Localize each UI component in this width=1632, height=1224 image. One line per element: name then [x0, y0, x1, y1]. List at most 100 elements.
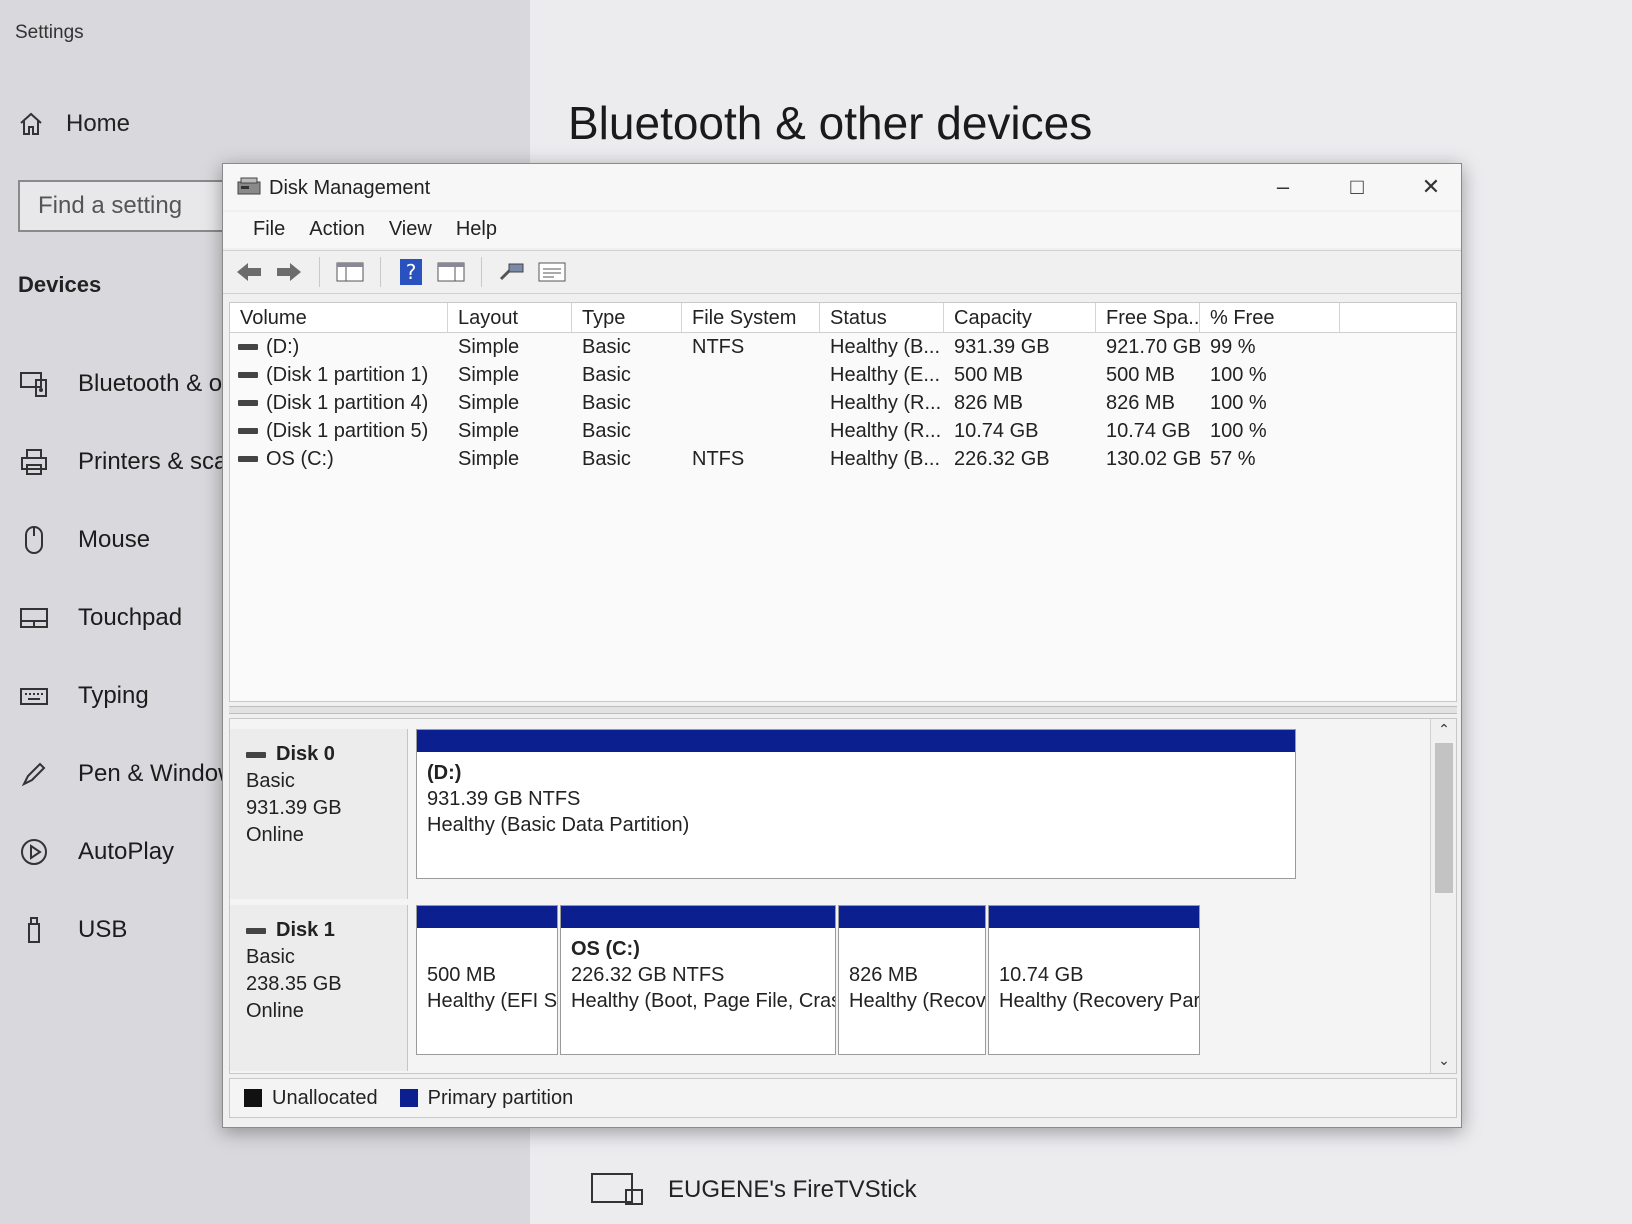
disk-state: Online — [246, 824, 304, 846]
volume-list: Volume Layout Type File System Status Ca… — [229, 302, 1457, 702]
pane-splitter[interactable] — [229, 706, 1457, 714]
bluetooth-devices-icon — [20, 372, 47, 397]
scroll-down-icon[interactable]: ⌄ — [1431, 1052, 1457, 1069]
nav-label: Printers & scanners — [78, 448, 228, 475]
disk-0-label[interactable]: Disk 0 Basic 931.39 GB Online — [230, 729, 408, 899]
back-button[interactable] — [233, 256, 265, 288]
nav-item-touchpad[interactable]: Touchpad — [18, 602, 228, 634]
usb-icon — [28, 917, 40, 943]
console-tree-icon — [336, 262, 364, 282]
cell-status: Healthy (B... — [830, 447, 941, 470]
find-setting-input[interactable]: Find a setting — [18, 180, 238, 232]
column-header-capacity[interactable]: Capacity — [944, 303, 1096, 332]
toolbar: ? — [223, 250, 1461, 294]
device-item[interactable]: EUGENE's FireTVStick — [590, 1170, 917, 1210]
menu-help[interactable]: Help — [444, 212, 509, 248]
printer-icon — [21, 449, 47, 475]
cell-free-space: 826 MB — [1106, 391, 1175, 414]
cell-volume: OS (C:) — [230, 448, 448, 471]
column-header-type[interactable]: Type — [572, 303, 682, 332]
disk-map: Disk 0 Basic 931.39 GB Online (D:) 931.3… — [229, 718, 1457, 1074]
partition-name: OS (C:) — [571, 938, 640, 960]
menu-view[interactable]: View — [377, 212, 444, 248]
partition-recovery-2[interactable]: 10.74 GB Healthy (Recovery Par — [988, 905, 1200, 1055]
volume-name: (Disk 1 partition 1) — [266, 363, 429, 386]
minimize-icon: – — [1276, 174, 1290, 199]
nav-label: Bluetooth & other devices — [78, 370, 228, 397]
keyboard-icon — [20, 688, 48, 705]
home-nav-item[interactable]: Home — [18, 110, 130, 138]
disk-1-label[interactable]: Disk 1 Basic 238.35 GB Online — [230, 905, 408, 1071]
column-header-volume[interactable]: Volume — [230, 303, 448, 332]
table-row[interactable]: (Disk 1 partition 5) Simple Basic Health… — [230, 417, 1456, 445]
partition-recovery-1[interactable]: 826 MB Healthy (Recov — [838, 905, 986, 1055]
home-icon — [20, 112, 42, 135]
title-bar[interactable]: Disk Management – □ ✕ — [223, 164, 1461, 210]
table-row[interactable]: (Disk 1 partition 1) Simple Basic Health… — [230, 361, 1456, 389]
disk-name: Disk 0 — [276, 743, 335, 765]
partition-os-c[interactable]: OS (C:) 226.32 GB NTFS Healthy (Boot, Pa… — [560, 905, 836, 1055]
nav-item-printers[interactable]: Printers & scanners — [18, 446, 228, 478]
cell-volume: (D:) — [230, 336, 448, 359]
minimize-button[interactable]: – — [1255, 170, 1311, 204]
scroll-up-icon[interactable]: ⌃ — [1431, 721, 1457, 738]
primary-partition-bar — [417, 730, 1295, 752]
svg-text:?: ? — [406, 260, 417, 284]
disk-icon — [246, 927, 266, 934]
menu-action[interactable]: Action — [297, 212, 377, 248]
column-header-file-system[interactable]: File System — [682, 303, 820, 332]
properties-button[interactable] — [536, 256, 568, 288]
partition-status: Healthy (Basic Data Partition) — [427, 814, 690, 836]
cell-volume: (Disk 1 partition 1) — [230, 364, 448, 387]
column-header-layout[interactable]: Layout — [448, 303, 572, 332]
disk-map-scrollbar[interactable]: ⌃ ⌄ — [1430, 719, 1456, 1073]
connect-button[interactable] — [496, 256, 528, 288]
cell-volume: (Disk 1 partition 4) — [230, 392, 448, 415]
nav-item-usb[interactable]: USB — [18, 914, 228, 946]
action-pane-button[interactable] — [435, 256, 467, 288]
column-header-percent-free[interactable]: % Free — [1200, 303, 1340, 332]
disk-0-name-row: Disk 0 — [246, 741, 391, 768]
nav-item-pen[interactable]: Pen & Windows Ink — [18, 758, 228, 790]
partition-details: 10.74 GB Healthy (Recovery Par — [989, 928, 1199, 1022]
forward-button[interactable] — [273, 256, 305, 288]
tv-device-icon — [591, 1173, 643, 1205]
disk-icon — [246, 751, 266, 758]
drive-icon — [238, 372, 258, 378]
close-button[interactable]: ✕ — [1403, 170, 1459, 204]
volume-name: (Disk 1 partition 4) — [266, 391, 429, 414]
console-tree-button[interactable] — [334, 256, 366, 288]
cell-free-space: 921.70 GB — [1106, 335, 1200, 358]
toolbar-separator — [380, 257, 381, 287]
cell-volume: (Disk 1 partition 5) — [230, 420, 448, 443]
maximize-button[interactable]: □ — [1329, 170, 1385, 204]
partition-status: Healthy (Recov — [849, 990, 985, 1012]
nav-label: AutoPlay — [78, 838, 175, 865]
nav-item-bluetooth[interactable]: Bluetooth & other devices — [18, 368, 228, 400]
nav-item-mouse[interactable]: Mouse — [18, 524, 228, 556]
disk-type: Basic — [246, 946, 295, 968]
menu-file[interactable]: File — [241, 212, 297, 248]
device-name: EUGENE's FireTVStick — [668, 1176, 917, 1203]
toolbar-separator — [481, 257, 482, 287]
disk-state: Online — [246, 1000, 304, 1022]
primary-partition-bar — [839, 906, 985, 928]
partition-size: 226.32 GB NTFS — [571, 964, 725, 986]
cell-type: Basic — [582, 391, 631, 414]
table-row[interactable]: OS (C:) Simple Basic NTFS Healthy (B... … — [230, 445, 1456, 473]
partition-efi[interactable]: 500 MB Healthy (EFI S — [416, 905, 558, 1055]
cell-percent-free: 57 % — [1210, 447, 1256, 470]
close-icon: ✕ — [1421, 174, 1441, 199]
disk-management-window: Disk Management – □ ✕ File Action View H… — [222, 163, 1462, 1128]
scrollbar-thumb[interactable] — [1435, 743, 1453, 893]
table-row[interactable]: (Disk 1 partition 4) Simple Basic Health… — [230, 389, 1456, 417]
help-button[interactable]: ? — [395, 256, 427, 288]
nav-item-typing[interactable]: Typing — [18, 680, 228, 712]
cell-percent-free: 100 % — [1210, 363, 1267, 386]
partition-d[interactable]: (D:) 931.39 GB NTFS Healthy (Basic Data … — [416, 729, 1296, 879]
column-header-free-space[interactable]: Free Spa... — [1096, 303, 1200, 332]
table-row[interactable]: (D:) Simple Basic NTFS Healthy (B... 931… — [230, 333, 1456, 361]
disk-name: Disk 1 — [276, 919, 335, 941]
nav-item-autoplay[interactable]: AutoPlay — [18, 836, 228, 868]
column-header-status[interactable]: Status — [820, 303, 944, 332]
